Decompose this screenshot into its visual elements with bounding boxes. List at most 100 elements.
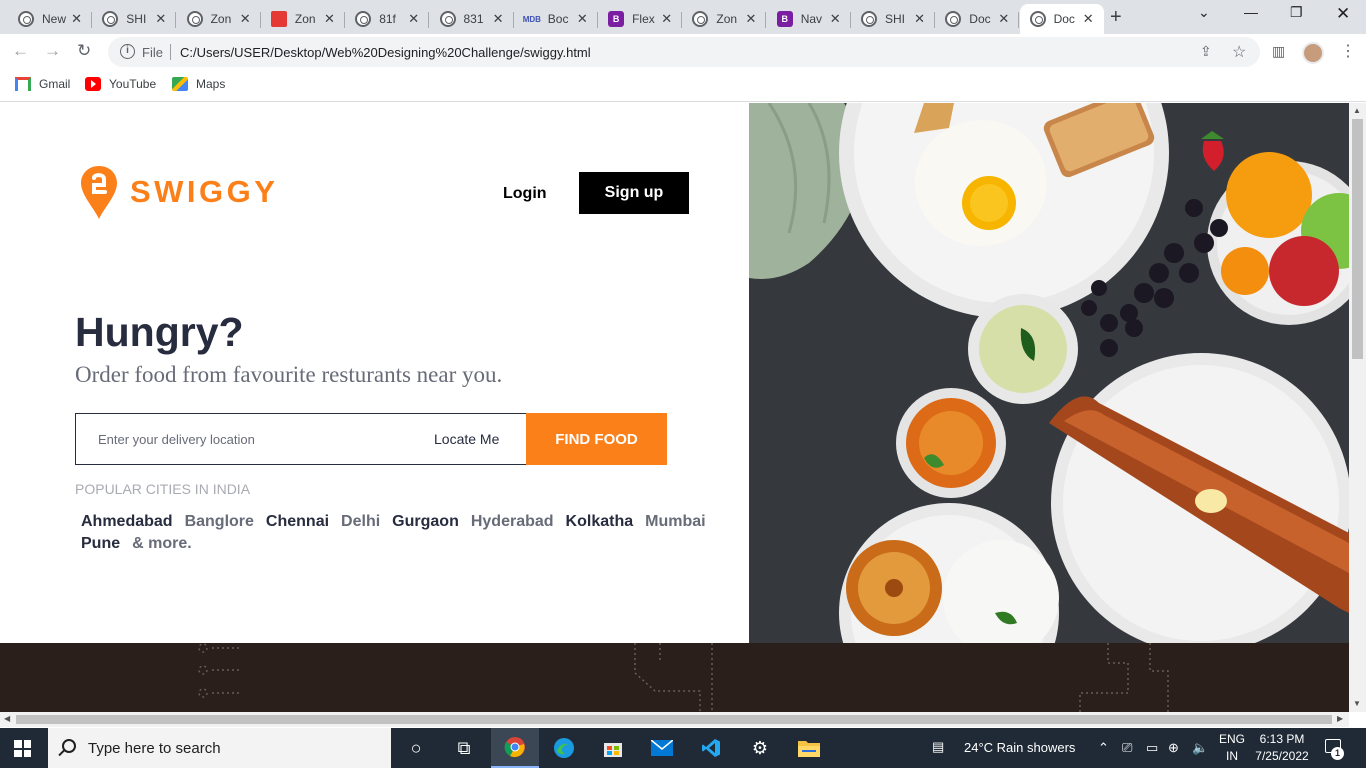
new-tab-button[interactable]: + [1110, 6, 1122, 29]
close-tab-icon[interactable]: ✕ [577, 11, 588, 27]
close-tab-icon[interactable]: ✕ [240, 11, 251, 27]
browser-tab[interactable]: Doc ✕ [1019, 4, 1104, 34]
browser-tab[interactable]: B Flex ✕ [598, 4, 683, 34]
bookmark-gmail[interactable]: Gmail [15, 77, 70, 91]
maximize-button[interactable]: ❐ [1290, 4, 1303, 21]
city-link[interactable]: Mumbai [645, 512, 705, 532]
settings-gear-icon[interactable]: ⚙ [736, 728, 784, 768]
tab-title: New [42, 12, 67, 26]
share-icon[interactable]: ⇪ [1200, 43, 1212, 60]
browser-tab[interactable]: 831 ✕ [430, 4, 514, 34]
close-window-button[interactable]: ✕ [1336, 4, 1350, 24]
weather-icon[interactable]: ▤ [932, 739, 944, 755]
back-button[interactable]: ← [12, 41, 29, 61]
footer-decorative-band [0, 643, 1349, 712]
file-explorer-icon[interactable] [785, 728, 833, 768]
browser-tab[interactable]: 81f ✕ [345, 4, 430, 34]
city-link[interactable]: Delhi [341, 512, 380, 532]
bookmark-star-icon[interactable]: ☆ [1232, 42, 1246, 62]
browser-tab[interactable]: Zon ✕ [177, 4, 261, 34]
minimize-button[interactable]: — [1244, 4, 1258, 20]
tab-title: SHI [885, 12, 906, 26]
close-tab-icon[interactable]: ✕ [998, 11, 1009, 27]
city-link[interactable]: Banglore [185, 512, 254, 532]
city-link[interactable]: Hyderabad [471, 512, 554, 532]
network-globe-icon[interactable]: ⊕ [1168, 740, 1179, 756]
login-link[interactable]: Login [503, 185, 547, 203]
scroll-right-icon[interactable]: ▶ [1337, 714, 1343, 723]
windows-start-icon[interactable] [14, 740, 31, 757]
signup-button[interactable]: Sign up [579, 172, 689, 214]
city-link[interactable]: Pune [81, 534, 120, 554]
vertical-scroll-thumb[interactable] [1352, 119, 1363, 359]
show-hidden-icons-chevron-icon[interactable]: ⌃ [1098, 740, 1109, 756]
scroll-up-icon[interactable]: ▲ [1353, 106, 1361, 115]
vertical-scrollbar[interactable]: ▲ ▼ [1349, 103, 1366, 712]
bookmark-youtube[interactable]: YouTube [85, 77, 156, 91]
url-text[interactable]: C:/Users/USER/Desktop/Web%20Designing%20… [180, 45, 591, 60]
cortana-icon[interactable]: ○ [392, 728, 440, 768]
swiggy-logo[interactable]: SWIGGY [80, 164, 278, 220]
browser-tab[interactable]: Zon ✕ [261, 4, 345, 34]
browser-tab[interactable]: MDB Boc ✕ [514, 4, 598, 34]
meet-now-icon[interactable]: ⎚ [1122, 740, 1132, 756]
edge-taskbar-icon[interactable] [540, 728, 588, 768]
bootstrap-icon: B [608, 11, 625, 27]
chrome-taskbar-icon[interactable] [491, 728, 539, 768]
address-bar[interactable]: i File C:/Users/USER/Desktop/Web%20Desig… [108, 37, 1260, 67]
close-tab-icon[interactable]: ✕ [324, 11, 335, 27]
popular-cities-list: Ahmedabad Banglore Chennai Delhi Gurgaon Hyde… [75, 512, 735, 556]
reload-button[interactable]: ↻ [77, 41, 91, 61]
forward-button[interactable]: → [44, 41, 61, 61]
browser-tab[interactable]: Zon ✕ [682, 4, 767, 34]
browser-tab[interactable]: B Nav ✕ [767, 4, 851, 34]
scroll-down-icon[interactable]: ▼ [1353, 699, 1361, 708]
battery-icon[interactable]: ▭ [1146, 740, 1158, 756]
profile-avatar[interactable] [1302, 42, 1324, 64]
close-tab-icon[interactable]: ✕ [408, 11, 419, 27]
taskbar-clock[interactable]: 6:13 PM 7/25/2022 [1255, 731, 1309, 765]
store-taskbar-icon[interactable] [589, 728, 637, 768]
scroll-left-icon[interactable]: ◀ [4, 714, 10, 723]
bookmark-maps[interactable]: Maps [172, 77, 225, 91]
vscode-taskbar-icon[interactable] [687, 728, 735, 768]
site-info-icon[interactable]: i [120, 44, 135, 59]
horizontal-scroll-thumb[interactable] [16, 715, 1332, 724]
browser-tab[interactable]: SHI ✕ [851, 4, 935, 34]
close-tab-icon[interactable]: ✕ [914, 11, 925, 27]
horizontal-scrollbar[interactable]: ◀ ▶ [0, 712, 1349, 727]
swiggy-logo-icon [81, 166, 117, 219]
taskbar-search-box[interactable]: Type here to search [48, 728, 391, 768]
side-panel-icon[interactable]: ▥ [1272, 43, 1285, 60]
city-link[interactable]: Chennai [266, 512, 329, 532]
close-tab-icon[interactable]: ✕ [155, 11, 166, 27]
page-viewport: SWIGGY Login Sign up Hungry? Order food … [0, 103, 1349, 712]
browser-tab[interactable]: New ✕ [8, 4, 92, 34]
close-tab-icon[interactable]: ✕ [71, 11, 82, 27]
locate-me-button[interactable]: Locate Me [434, 414, 526, 464]
close-tab-icon[interactable]: ✕ [830, 11, 841, 27]
close-tab-icon[interactable]: ✕ [745, 11, 756, 27]
close-tab-icon[interactable]: ✕ [493, 11, 504, 27]
city-link[interactable]: & more. [132, 534, 192, 554]
chrome-icon [18, 11, 34, 27]
delivery-location-input[interactable] [76, 414, 434, 464]
find-food-button[interactable]: FIND FOOD [526, 413, 667, 465]
browser-tab[interactable]: SHI ✕ [92, 4, 177, 34]
city-link[interactable]: Kolkatha [566, 512, 634, 532]
menu-kebab-icon[interactable]: ⋮ [1340, 41, 1356, 61]
mail-taskbar-icon[interactable] [638, 728, 686, 768]
close-tab-icon[interactable]: ✕ [661, 11, 672, 27]
volume-icon[interactable]: 🔈 [1192, 740, 1208, 756]
close-tab-icon[interactable]: ✕ [1083, 11, 1094, 27]
clock-date: 7/25/2022 [1255, 749, 1309, 763]
city-link[interactable]: Gurgaon [392, 512, 459, 532]
browser-tab[interactable]: Doc ✕ [935, 4, 1020, 34]
tab-search-icon[interactable]: ⌄ [1198, 4, 1210, 21]
city-link[interactable]: Ahmedabad [81, 512, 173, 532]
input-language-indicator[interactable]: ENG IN [1219, 731, 1245, 765]
weather-text[interactable]: 24°C Rain showers [964, 740, 1075, 755]
task-view-icon[interactable]: ⧉ [440, 728, 488, 768]
globe-icon [945, 11, 962, 27]
globe-icon [439, 11, 456, 27]
